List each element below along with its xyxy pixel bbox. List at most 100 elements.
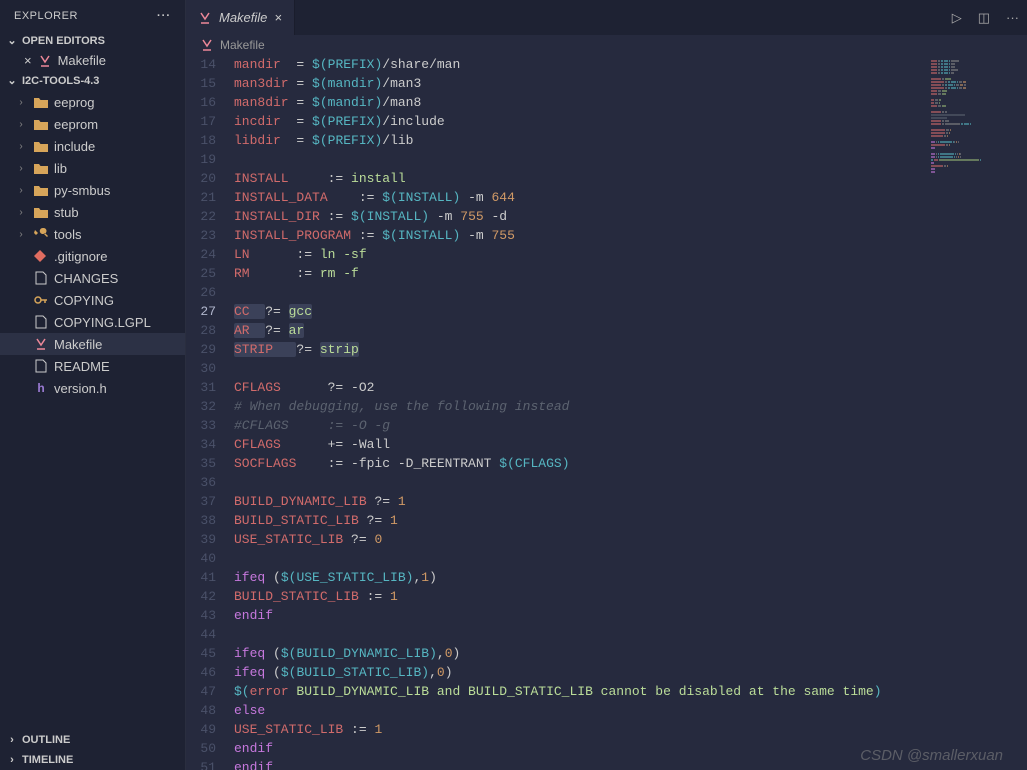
code-line[interactable]: endif: [234, 758, 1027, 770]
tree-item-label: eeprom: [54, 117, 98, 132]
code-content[interactable]: mandir = $(PREFIX)/share/manman3dir = $(…: [234, 55, 1027, 770]
tree-item-label: eeprog: [54, 95, 94, 110]
code-line[interactable]: [234, 283, 1027, 302]
chevron-right-icon: ›: [6, 754, 18, 766]
code-line[interactable]: endif: [234, 606, 1027, 625]
tab-bar: Makefile × ▷ ◫ ···: [186, 0, 1027, 35]
code-line[interactable]: [234, 359, 1027, 378]
file-readme[interactable]: README: [0, 355, 185, 377]
tree-item-label: version.h: [54, 381, 107, 396]
code-line[interactable]: ifeq ($(USE_STATIC_LIB),1): [234, 568, 1027, 587]
breadcrumb[interactable]: Makefile: [186, 35, 1027, 55]
open-editors-section[interactable]: ⌄ OPEN EDITORS: [0, 30, 185, 51]
code-line[interactable]: endif: [234, 739, 1027, 758]
code-line[interactable]: INSTALL_PROGRAM := $(INSTALL) -m 755: [234, 226, 1027, 245]
code-line[interactable]: INSTALL_DATA := $(INSTALL) -m 644: [234, 188, 1027, 207]
code-line[interactable]: INSTALL := install: [234, 169, 1027, 188]
tree-item-label: CHANGES: [54, 271, 118, 286]
code-line[interactable]: INSTALL_DIR := $(INSTALL) -m 755 -d: [234, 207, 1027, 226]
folder-include[interactable]: ›include: [0, 135, 185, 157]
code-line[interactable]: STRIP ?= strip: [234, 340, 1027, 359]
file-copying-lgpl[interactable]: COPYING.LGPL: [0, 311, 185, 333]
explorer-title: EXPLORER: [14, 10, 78, 22]
code-line[interactable]: BUILD_DYNAMIC_LIB ?= 1: [234, 492, 1027, 511]
key-icon: [32, 293, 50, 307]
code-line[interactable]: [234, 150, 1027, 169]
timeline-label: TIMELINE: [22, 754, 73, 766]
timeline-section[interactable]: › TIMELINE: [0, 750, 185, 770]
file-copying[interactable]: COPYING: [0, 289, 185, 311]
outline-label: OUTLINE: [22, 734, 70, 746]
code-line[interactable]: man3dir = $(mandir)/man3: [234, 74, 1027, 93]
file-changes[interactable]: CHANGES: [0, 267, 185, 289]
tab-makefile[interactable]: Makefile ×: [186, 0, 295, 35]
code-line[interactable]: USE_STATIC_LIB ?= 0: [234, 530, 1027, 549]
code-line[interactable]: [234, 625, 1027, 644]
code-line[interactable]: [234, 549, 1027, 568]
more-icon[interactable]: ···: [1006, 10, 1019, 26]
code-line[interactable]: AR ?= ar: [234, 321, 1027, 340]
minimap[interactable]: [927, 55, 1027, 770]
split-icon[interactable]: ◫: [978, 10, 990, 26]
tree-item-label: include: [54, 139, 95, 154]
folder-eeprog[interactable]: › eeprog: [0, 91, 185, 113]
makefile-icon: [38, 54, 52, 68]
tree-item-label: README: [54, 359, 110, 374]
folder-tools[interactable]: ›tools: [0, 223, 185, 245]
code-line[interactable]: CFLAGS ?= -O2: [234, 378, 1027, 397]
code-line[interactable]: BUILD_STATIC_LIB ?= 1: [234, 511, 1027, 530]
code-line[interactable]: RM := rm -f: [234, 264, 1027, 283]
folder-stub[interactable]: ›stub: [0, 201, 185, 223]
outline-section[interactable]: › OUTLINE: [0, 730, 185, 750]
code-line[interactable]: libdir = $(PREFIX)/lib: [234, 131, 1027, 150]
tree-item-label: stub: [54, 205, 79, 220]
code-line[interactable]: $(error BUILD_DYNAMIC_LIB and BUILD_STAT…: [234, 682, 1027, 701]
more-icon[interactable]: ···: [157, 10, 171, 22]
code-line[interactable]: [234, 473, 1027, 492]
close-icon[interactable]: ×: [24, 53, 32, 68]
folder-lib[interactable]: ›lib: [0, 157, 185, 179]
folder-icon: [32, 117, 50, 131]
chevron-right-icon: ›: [14, 97, 28, 108]
code-line[interactable]: #CFLAGS := -O -g: [234, 416, 1027, 435]
folder-icon: [32, 205, 50, 219]
close-icon[interactable]: ×: [274, 10, 282, 25]
open-editor-name: Makefile: [58, 53, 106, 68]
makefile-icon: [198, 11, 212, 25]
code-line[interactable]: ifeq ($(BUILD_DYNAMIC_LIB),0): [234, 644, 1027, 663]
line-gutter: 1415161718192021222324252627282930313233…: [186, 55, 234, 770]
git-icon: [32, 249, 50, 263]
project-section[interactable]: ⌄ I2C-TOOLS-4.3: [0, 70, 185, 91]
tree-item-label: .gitignore: [54, 249, 107, 264]
code-line[interactable]: man8dir = $(mandir)/man8: [234, 93, 1027, 112]
chevron-right-icon: ›: [6, 734, 18, 746]
folder-eeprom[interactable]: › eeprom: [0, 113, 185, 135]
folder-py-smbus[interactable]: ›py-smbus: [0, 179, 185, 201]
code-line[interactable]: incdir = $(PREFIX)/include: [234, 112, 1027, 131]
code-line[interactable]: # When debugging, use the following inst…: [234, 397, 1027, 416]
code-editor[interactable]: 1415161718192021222324252627282930313233…: [186, 55, 1027, 770]
folder-icon: [32, 183, 50, 197]
tree-item-label: COPYING.LGPL: [54, 315, 151, 330]
code-line[interactable]: CC ?= gcc: [234, 302, 1027, 321]
code-line[interactable]: BUILD_STATIC_LIB := 1: [234, 587, 1027, 606]
run-icon[interactable]: ▷: [952, 10, 962, 26]
code-line[interactable]: SOCFLAGS := -fpic -D_REENTRANT $(CFLAGS): [234, 454, 1027, 473]
file-version-h[interactable]: hversion.h: [0, 377, 185, 399]
breadcrumb-label: Makefile: [220, 38, 265, 52]
chevron-right-icon: ›: [14, 119, 28, 130]
file-tree: ›eeprog›eeprom›include›lib›py-smbus›stub…: [0, 91, 185, 730]
file-makefile[interactable]: Makefile: [0, 333, 185, 355]
make-icon: [32, 337, 50, 351]
file--gitignore[interactable]: .gitignore: [0, 245, 185, 267]
editor-area: Makefile × ▷ ◫ ··· Makefile 141516171819…: [186, 0, 1027, 770]
tree-item-label: py-smbus: [54, 183, 110, 198]
code-line[interactable]: ifeq ($(BUILD_STATIC_LIB),0): [234, 663, 1027, 682]
chevron-right-icon: ›: [14, 163, 28, 174]
code-line[interactable]: else: [234, 701, 1027, 720]
code-line[interactable]: LN := ln -sf: [234, 245, 1027, 264]
open-editor-item[interactable]: × Makefile: [0, 51, 185, 70]
code-line[interactable]: CFLAGS += -Wall: [234, 435, 1027, 454]
code-line[interactable]: USE_STATIC_LIB := 1: [234, 720, 1027, 739]
code-line[interactable]: mandir = $(PREFIX)/share/man: [234, 55, 1027, 74]
